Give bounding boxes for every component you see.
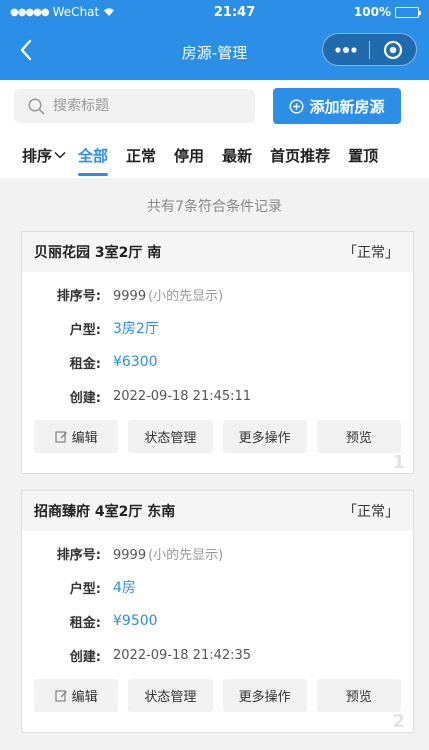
- sort-value: 9999 (小的先显示): [113, 288, 224, 304]
- sort-label: 排序号:: [56, 547, 101, 563]
- more-actions-button[interactable]: 更多操作: [222, 420, 307, 453]
- target-icon: [383, 40, 403, 59]
- created-value: 2022-09-18 21:45:11: [113, 388, 252, 404]
- tab-sort[interactable]: 排序: [22, 132, 66, 178]
- preview-button[interactable]: 预览: [316, 679, 401, 712]
- sort-value: 9999 (小的先显示): [113, 547, 224, 563]
- search-box[interactable]: [14, 89, 255, 123]
- more-actions-button[interactable]: 更多操作: [222, 679, 307, 712]
- carrier-label: WeChat: [52, 5, 100, 19]
- tab-latest[interactable]: 最新: [222, 132, 252, 178]
- battery-percent: 100%: [353, 5, 391, 19]
- tab-homepage-recommend[interactable]: 首页推荐: [270, 132, 330, 178]
- tab-normal[interactable]: 正常: [126, 132, 156, 178]
- battery-icon: [394, 6, 421, 18]
- nav-bar: 房源-管理: [0, 24, 429, 80]
- layout-value: 4房: [113, 580, 136, 596]
- status-time: 21:47: [213, 4, 256, 20]
- tab-disabled[interactable]: 停用: [174, 132, 204, 178]
- listing-card: 贝丽花园 3室2厅 南 「正常」 排序号: 9999 (小的先显示) 户型: 3房…: [21, 231, 414, 474]
- status-badge: 「正常」: [343, 504, 399, 520]
- search-input[interactable]: [53, 98, 233, 114]
- status-manage-button[interactable]: 状态管理: [128, 420, 213, 453]
- created-label: 创建:: [69, 390, 101, 406]
- layout-value: 3房2厅: [113, 321, 159, 337]
- signal-icon: ●●●●●: [10, 6, 50, 18]
- sort-label: 排序号:: [56, 288, 101, 304]
- search-icon: [28, 97, 45, 114]
- edit-icon: [55, 431, 67, 443]
- preview-button[interactable]: 预览: [316, 420, 401, 453]
- edit-button[interactable]: 编辑: [34, 679, 119, 712]
- record-count: 共有7条符合条件记录: [147, 199, 282, 215]
- listing-title: 贝丽花园 3室2厅 南: [34, 245, 162, 261]
- rent-value: ¥9500: [113, 613, 158, 629]
- rent-label: 租金:: [69, 615, 101, 631]
- tab-all[interactable]: 全部: [78, 132, 109, 178]
- layout-label: 户型:: [69, 322, 101, 338]
- more-menu-button[interactable]: [323, 34, 369, 65]
- wifi-icon: [104, 8, 115, 16]
- chevron-down-icon: [54, 151, 66, 159]
- add-listing-label: 添加新房源: [309, 97, 385, 116]
- created-value: 2022-09-18 21:42:35: [113, 647, 252, 663]
- filter-tabs: 排序 全部 正常 停用 最新 首页推荐 置顶: [0, 132, 429, 178]
- search-row: 添加新房源: [0, 80, 429, 132]
- top-bar: ●●●●● WeChat 21:47 100% 房源-管理: [0, 0, 429, 80]
- more-dots-icon: [335, 46, 357, 53]
- status-bar: ●●●●● WeChat 21:47 100%: [0, 0, 429, 24]
- close-program-button[interactable]: [370, 34, 416, 65]
- item-index: 1: [392, 452, 405, 473]
- mini-program-capsule: [322, 33, 417, 66]
- item-index: 2: [392, 711, 405, 732]
- created-label: 创建:: [69, 649, 101, 665]
- back-button[interactable]: [12, 36, 40, 64]
- listing-card: 招商臻府 4室2厅 东南 「正常」 排序号: 9999 (小的先显示) 户型: 4…: [21, 490, 414, 733]
- add-listing-button[interactable]: 添加新房源: [273, 88, 401, 124]
- edit-icon: [55, 690, 67, 702]
- listing-title: 招商臻府 4室2厅 东南: [34, 504, 176, 520]
- plus-circle-icon: [289, 98, 304, 114]
- layout-label: 户型:: [69, 581, 101, 597]
- page-title: 房源-管理: [181, 43, 248, 62]
- tab-pinned[interactable]: 置顶: [348, 132, 378, 178]
- chevron-left-icon: [20, 39, 32, 61]
- status-badge: 「正常」: [343, 245, 399, 261]
- edit-button[interactable]: 编辑: [34, 420, 119, 453]
- status-manage-button[interactable]: 状态管理: [128, 679, 213, 712]
- rent-label: 租金:: [69, 356, 101, 372]
- rent-value: ¥6300: [113, 354, 158, 370]
